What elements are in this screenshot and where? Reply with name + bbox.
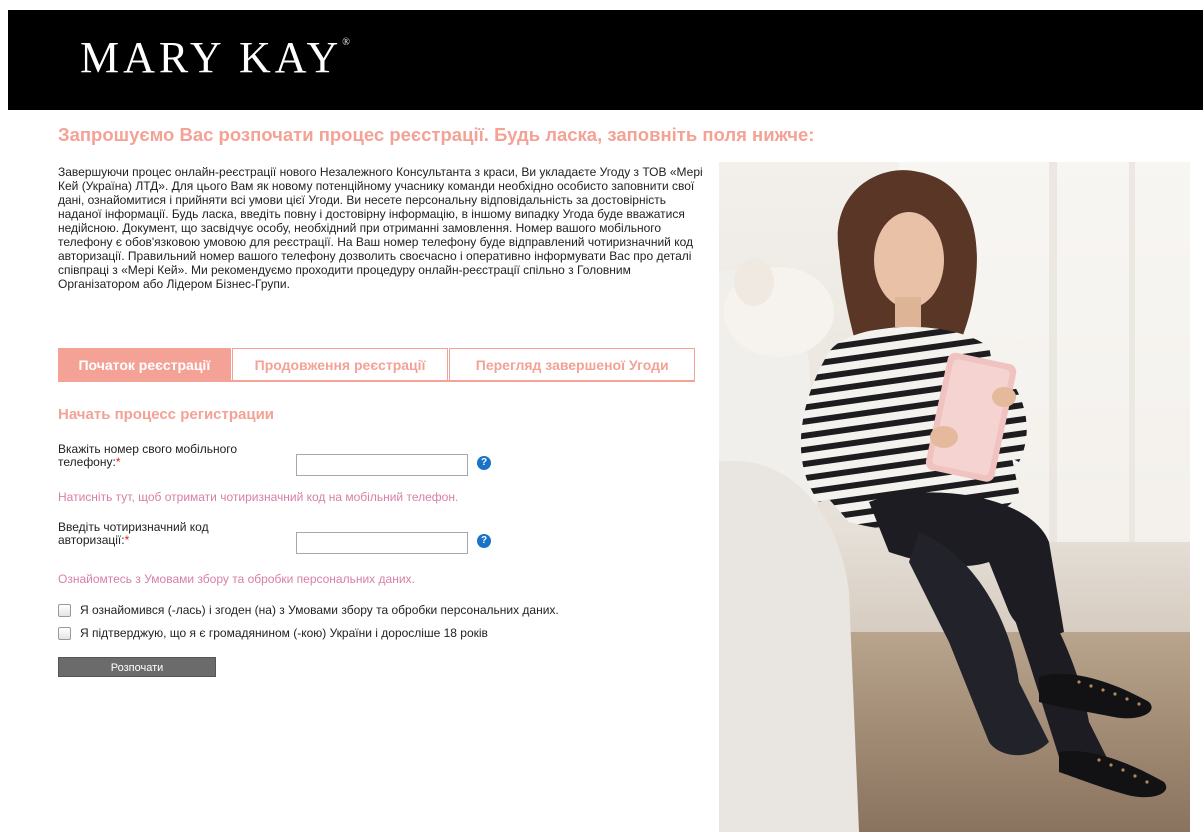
code-label-text: Введіть чотиризначний код авторизації: xyxy=(58,520,209,547)
phone-label: Вкажіть номер свого мобільного телефону:… xyxy=(58,443,283,469)
intro-text: Завершуючи процес онлайн-реєстрації ново… xyxy=(58,165,703,291)
page-title: Запрошуємо Вас розпочати процес реєстрац… xyxy=(58,124,815,145)
age-checkbox-row: Я підтверджую, що я є громадянином (-кою… xyxy=(58,626,488,640)
code-label: Введіть чотиризначний код авторизації:* xyxy=(58,521,283,547)
tab-continue-registration[interactable]: Продовження реєстрації xyxy=(231,348,449,380)
question-circle-icon[interactable]: ? xyxy=(477,534,491,548)
tab-start-registration[interactable]: Початок реєстрації xyxy=(58,348,231,380)
start-button[interactable]: Розпочати xyxy=(58,657,216,677)
terms-checkbox-label[interactable]: Я ознайомився (-лась) і згоден (на) з Ум… xyxy=(80,603,559,617)
phone-input[interactable] xyxy=(296,454,468,476)
get-code-link[interactable]: Натисніть тут, щоб отримати чотиризначни… xyxy=(58,490,458,504)
registration-tabs: Початок реєстрації Продовження реєстраці… xyxy=(58,348,695,382)
header-bar: MARY KAY® xyxy=(8,10,1203,110)
required-mark: * xyxy=(115,455,121,469)
section-title: Начать процесс регистрации xyxy=(58,406,275,423)
auth-code-input[interactable] xyxy=(296,532,468,554)
phone-label-text: Вкажіть номер свого мобільного телефону: xyxy=(58,442,238,469)
age-checkbox[interactable] xyxy=(58,626,71,640)
mary-kay-logo[interactable]: MARY KAY® xyxy=(80,36,350,80)
required-mark: * xyxy=(124,533,130,547)
question-circle-icon[interactable]: ? xyxy=(477,456,491,470)
tab-view-completed-agreement[interactable]: Перегляд завершеної Угоди xyxy=(449,348,695,380)
registered-mark: ® xyxy=(342,37,350,48)
logo-text: MARY KAY xyxy=(80,33,343,82)
woman-with-tablet-photo xyxy=(719,162,1190,832)
terms-checkbox[interactable] xyxy=(58,603,71,617)
age-checkbox-label[interactable]: Я підтверджую, що я є громадянином (-кою… xyxy=(80,626,488,640)
terms-checkbox-row: Я ознайомився (-лась) і згоден (на) з Ум… xyxy=(58,603,559,617)
terms-link[interactable]: Ознайомтесь з Умовами збору та обробки п… xyxy=(58,572,415,586)
